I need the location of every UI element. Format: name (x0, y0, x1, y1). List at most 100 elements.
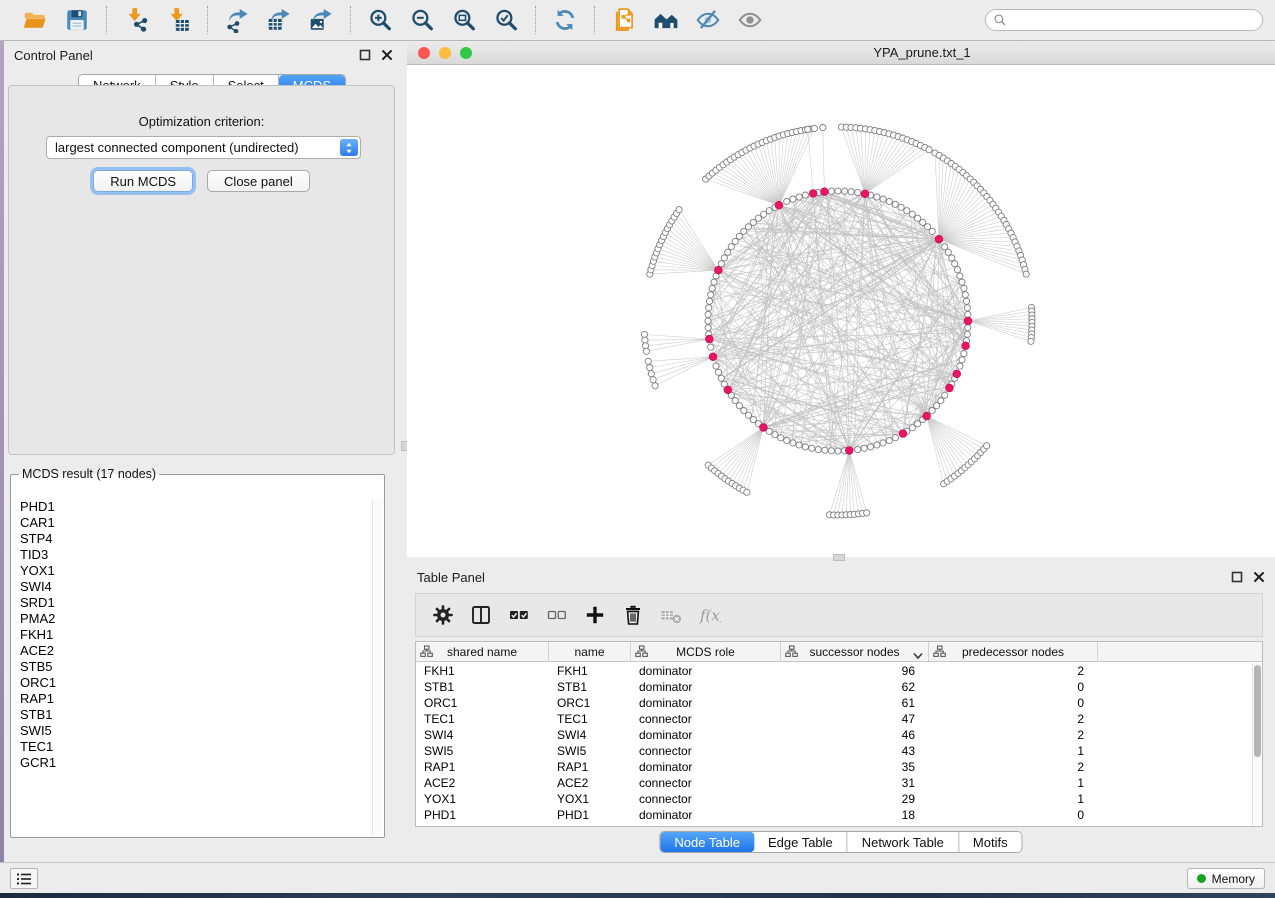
table-cell[interactable]: dominator (631, 759, 781, 775)
mcds-result-item[interactable]: RAP1 (12, 691, 371, 707)
table-cell[interactable]: SWI4 (416, 727, 549, 743)
save-button[interactable] (61, 4, 93, 36)
mcds-result-item[interactable]: ACE2 (12, 643, 371, 659)
table-cell[interactable]: dominator (631, 695, 781, 711)
table-cell[interactable]: 2 (929, 663, 1098, 679)
zoom-selected-button[interactable] (490, 4, 522, 36)
zoom-out-button[interactable] (406, 4, 438, 36)
table-cell[interactable]: SWI5 (549, 743, 631, 759)
table-cell[interactable]: TEC1 (416, 711, 549, 727)
table-cell[interactable]: RAP1 (549, 759, 631, 775)
close-panel-button[interactable]: Close panel (207, 170, 310, 192)
table-cell[interactable]: TEC1 (549, 711, 631, 727)
clone-network-button[interactable] (608, 4, 640, 36)
zoom-window-icon[interactable] (460, 47, 472, 59)
table-cell[interactable]: 2 (929, 759, 1098, 775)
table-cell[interactable]: 31 (781, 775, 929, 791)
criterion-select[interactable]: largest connected component (undirected) (46, 136, 361, 159)
mcds-result-item[interactable]: STB1 (12, 707, 371, 723)
table-cell[interactable]: RAP1 (416, 759, 549, 775)
table-cell[interactable]: STB1 (549, 679, 631, 695)
add-column-button[interactable] (580, 600, 610, 630)
table-cell[interactable]: FKH1 (549, 663, 631, 679)
table-cell[interactable]: 0 (929, 695, 1098, 711)
scrollbar-thumb[interactable] (1254, 665, 1261, 757)
close-panel-icon[interactable] (381, 49, 393, 61)
mcds-result-item[interactable]: CAR1 (12, 515, 371, 531)
table-cell[interactable]: 2 (929, 727, 1098, 743)
export-table-button[interactable] (263, 4, 295, 36)
import-network-button[interactable] (120, 4, 152, 36)
table-cell[interactable]: ORC1 (549, 695, 631, 711)
search-input[interactable] (1007, 11, 1262, 29)
column-header-predecessor-nodes[interactable]: predecessor nodes (929, 642, 1098, 661)
mcds-result-item[interactable]: PHD1 (12, 499, 371, 515)
zoom-in-button[interactable] (364, 4, 396, 36)
table-cell[interactable]: FKH1 (416, 663, 549, 679)
mcds-result-item[interactable]: SWI5 (12, 723, 371, 739)
column-browser-button[interactable] (466, 600, 496, 630)
network-canvas[interactable] (407, 65, 1275, 557)
table-cell[interactable]: 46 (781, 727, 929, 743)
table-cell[interactable]: dominator (631, 679, 781, 695)
table-cell[interactable]: 18 (781, 807, 929, 823)
table-cell[interactable]: 1 (929, 775, 1098, 791)
mcds-result-item[interactable]: STP4 (12, 531, 371, 547)
table-cell[interactable]: YOX1 (549, 791, 631, 807)
table-cell[interactable]: 1 (929, 743, 1098, 759)
mcds-result-item[interactable]: TID3 (12, 547, 371, 563)
table-cell[interactable]: dominator (631, 727, 781, 743)
mcds-result-item[interactable]: STB5 (12, 659, 371, 675)
delete-column-button[interactable] (618, 600, 648, 630)
run-mcds-button[interactable]: Run MCDS (93, 170, 193, 192)
table-cell[interactable]: SWI5 (416, 743, 549, 759)
mcds-result-item[interactable]: SRD1 (12, 595, 371, 611)
deselect-all-button[interactable] (542, 600, 572, 630)
minimize-window-icon[interactable] (439, 47, 451, 59)
import-table-button[interactable] (162, 4, 194, 36)
table-cell[interactable]: 96 (781, 663, 929, 679)
table-cell[interactable]: connector (631, 711, 781, 727)
mcds-result-item[interactable]: GCR1 (12, 755, 371, 771)
tab-network-table[interactable]: Network Table (848, 832, 959, 852)
tab-edge-table[interactable]: Edge Table (754, 832, 848, 852)
memory-button[interactable]: Memory (1187, 868, 1265, 889)
result-scrollbar[interactable] (372, 499, 383, 835)
mcds-result-item[interactable]: PMA2 (12, 611, 371, 627)
column-header-shared-name[interactable]: shared name (416, 642, 549, 661)
close-window-icon[interactable] (418, 47, 430, 59)
table-scrollbar[interactable] (1252, 663, 1262, 826)
table-cell[interactable]: 35 (781, 759, 929, 775)
tab-motifs[interactable]: Motifs (959, 832, 1022, 852)
select-all-button[interactable] (504, 600, 534, 630)
network-overview-button[interactable] (650, 4, 682, 36)
table-cell[interactable]: SWI4 (549, 727, 631, 743)
tab-node-table[interactable]: Node Table (660, 832, 754, 852)
table-cell[interactable]: PHD1 (549, 807, 631, 823)
export-network-button[interactable] (221, 4, 253, 36)
table-cell[interactable]: 47 (781, 711, 929, 727)
open-button[interactable] (19, 4, 51, 36)
table-cell[interactable]: connector (631, 743, 781, 759)
table-cell[interactable]: 1 (929, 791, 1098, 807)
column-header-name[interactable]: name (549, 642, 631, 661)
table-cell[interactable]: YOX1 (416, 791, 549, 807)
table-cell[interactable]: ORC1 (416, 695, 549, 711)
table-cell[interactable]: dominator (631, 663, 781, 679)
mcds-result-item[interactable]: ORC1 (12, 675, 371, 691)
float-panel-icon[interactable] (359, 49, 371, 61)
table-cell[interactable]: 2 (929, 711, 1098, 727)
mcds-result-item[interactable]: SWI4 (12, 579, 371, 595)
table-cell[interactable]: 0 (929, 679, 1098, 695)
mcds-result-item[interactable]: YOX1 (12, 563, 371, 579)
hide-graphics-button[interactable] (692, 4, 724, 36)
refresh-button[interactable] (549, 4, 581, 36)
task-history-button[interactable] (10, 868, 38, 889)
column-header-successor-nodes[interactable]: successor nodes (781, 642, 929, 661)
table-cell[interactable]: ACE2 (549, 775, 631, 791)
table-cell[interactable]: connector (631, 775, 781, 791)
table-cell[interactable]: 62 (781, 679, 929, 695)
network-graph[interactable] (407, 65, 1275, 557)
table-cell[interactable]: dominator (631, 807, 781, 823)
export-image-button[interactable] (305, 4, 337, 36)
